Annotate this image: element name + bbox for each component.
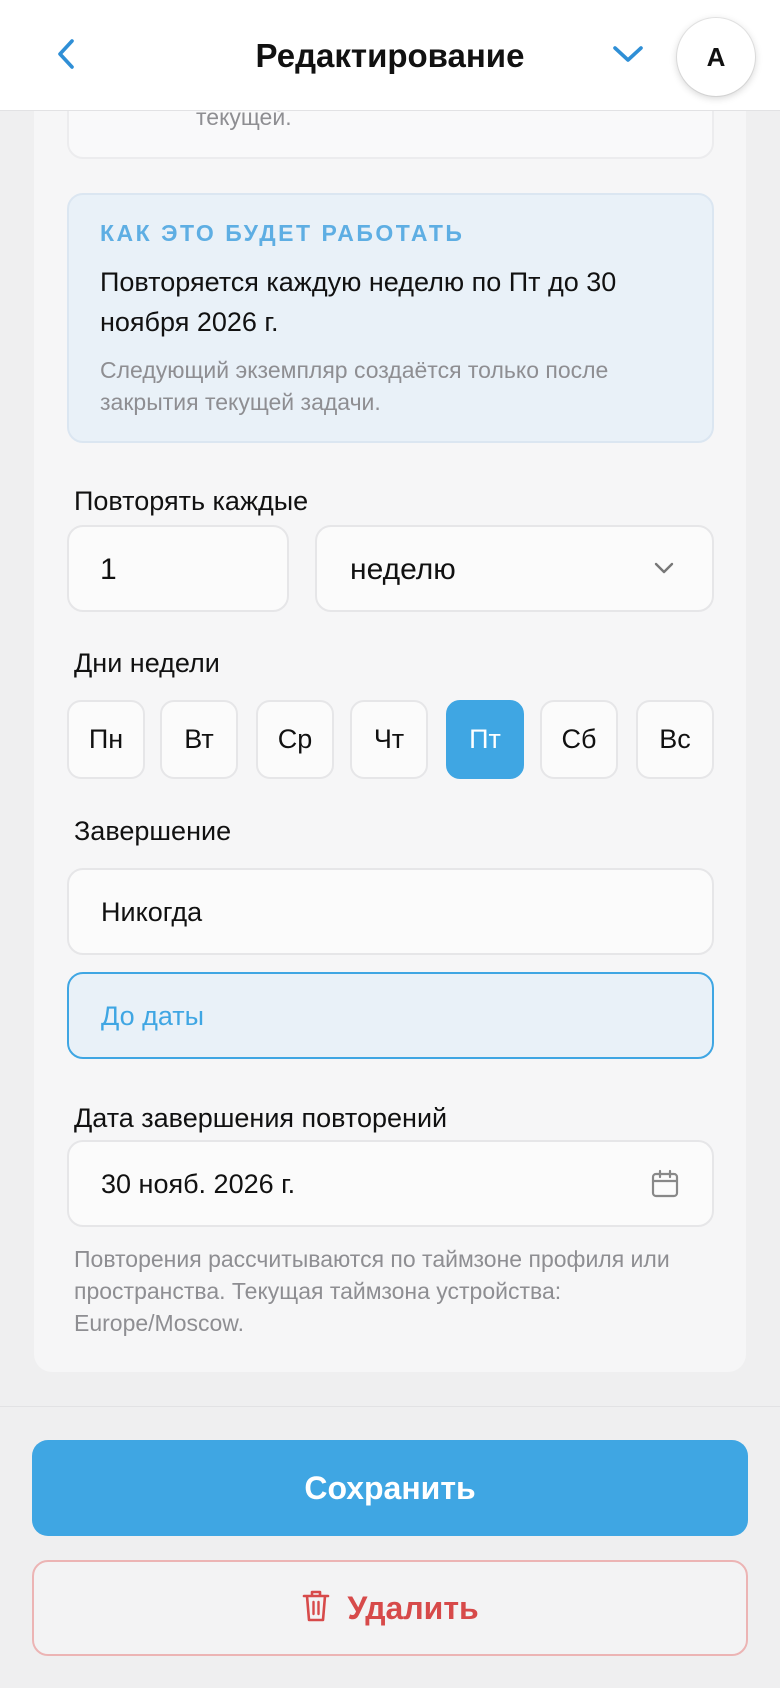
timezone-hint: Повторения рассчитываются по таймзоне пр…	[74, 1246, 670, 1336]
page-title: Редактирование	[255, 37, 525, 74]
interval-unit-value: неделю	[350, 553, 456, 586]
delete-button[interactable]: Удалить	[32, 1560, 748, 1656]
ending-label: Завершение	[74, 816, 232, 846]
repeat-every-label: Повторять каждые	[74, 486, 309, 516]
chevron-down-icon	[653, 557, 675, 584]
footer-divider	[0, 1406, 780, 1407]
weekday-mon[interactable]: Пн	[67, 700, 145, 779]
weekday-fri[interactable]: Пт	[446, 700, 524, 779]
ending-option-until-date-label: До даты	[101, 1001, 205, 1031]
interval-value: 1	[100, 553, 117, 586]
weekdays-label: Дни недели	[74, 648, 220, 678]
weekday-sat[interactable]: Сб	[540, 700, 618, 779]
how-it-works-title: КАК ЭТО БУДЕТ РАБОТАТЬ	[100, 220, 465, 246]
trash-icon	[301, 1589, 331, 1628]
how-it-works-summary: Повторяется каждую неделю по Пт до 30 но…	[100, 267, 617, 337]
how-it-works-note: Следующий экземпляр создаётся только пос…	[100, 357, 609, 415]
weekday-tue[interactable]: Вт	[160, 700, 238, 779]
interval-input[interactable]: 1	[67, 525, 289, 612]
end-date-value: 30 нояб. 2026 г.	[101, 1169, 296, 1199]
ending-option-never[interactable]: Никогда	[67, 868, 714, 955]
collapse-button[interactable]	[606, 36, 650, 76]
interval-unit-select[interactable]: неделю	[315, 525, 714, 612]
app-header: Редактирование A	[0, 0, 780, 111]
weekday-wed[interactable]: Ср	[256, 700, 334, 779]
delete-button-label: Удалить	[347, 1589, 479, 1626]
calendar-icon[interactable]	[650, 1169, 680, 1204]
chevron-down-icon	[611, 43, 645, 70]
avatar[interactable]: A	[677, 18, 755, 96]
end-date-input[interactable]: 30 нояб. 2026 г.	[67, 1140, 714, 1227]
weekday-thu[interactable]: Чт	[350, 700, 428, 779]
end-date-label: Дата завершения повторений	[74, 1103, 448, 1133]
save-button[interactable]: Сохранить	[32, 1440, 748, 1536]
ending-option-until-date[interactable]: До даты	[67, 972, 714, 1059]
weekday-sun[interactable]: Вс	[636, 700, 714, 779]
ending-option-never-label: Никогда	[101, 897, 203, 927]
